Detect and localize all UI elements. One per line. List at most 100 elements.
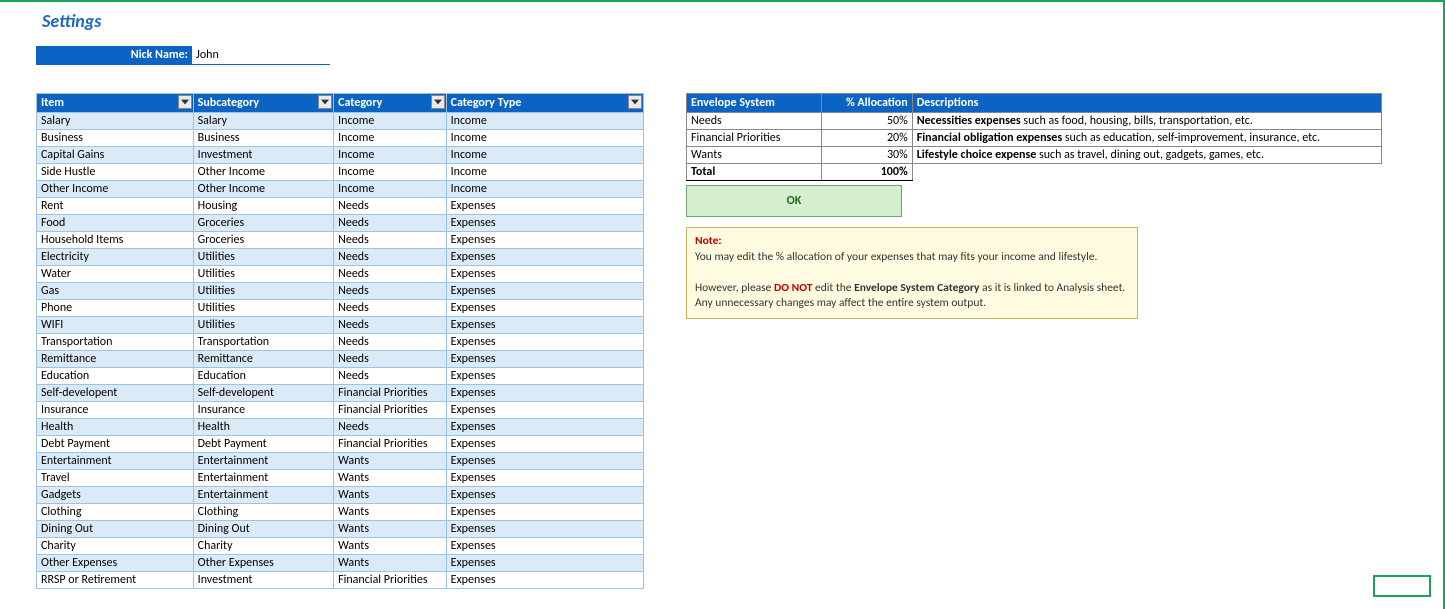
envelope-desc-cell[interactable]: Financial obligation expenses such as ed…	[912, 130, 1381, 147]
envelope-pct-cell[interactable]: 50%	[821, 113, 912, 130]
table-cell[interactable]: Water	[37, 266, 194, 283]
table-cell[interactable]: Wants	[334, 555, 447, 572]
table-cell[interactable]: Groceries	[193, 232, 333, 249]
table-cell[interactable]: Entertainment	[193, 453, 333, 470]
table-cell[interactable]: Income	[334, 130, 447, 147]
table-cell[interactable]: Groceries	[193, 215, 333, 232]
table-cell[interactable]: Expenses	[446, 215, 643, 232]
table-cell[interactable]: Financial Priorities	[334, 385, 447, 402]
table-cell[interactable]: Wants	[334, 521, 447, 538]
table-cell[interactable]: Salary	[193, 113, 333, 130]
table-cell[interactable]: Insurance	[37, 402, 194, 419]
table-cell[interactable]: Remittance	[193, 351, 333, 368]
table-cell[interactable]: Needs	[334, 368, 447, 385]
table-cell[interactable]: Income	[446, 164, 643, 181]
table-cell[interactable]: Education	[37, 368, 194, 385]
table-cell[interactable]: Needs	[334, 317, 447, 334]
table-cell[interactable]: RRSP or Retirement	[37, 572, 194, 589]
table-cell[interactable]: Expenses	[446, 521, 643, 538]
table-cell[interactable]: Charity	[37, 538, 194, 555]
table-cell[interactable]: Expenses	[446, 300, 643, 317]
table-cell[interactable]: Wants	[334, 538, 447, 555]
filter-dropdown-icon[interactable]	[431, 95, 445, 109]
table-cell[interactable]: Financial Priorities	[334, 572, 447, 589]
column-header[interactable]: Item	[37, 94, 194, 113]
table-cell[interactable]: Expenses	[446, 198, 643, 215]
table-cell[interactable]: Expenses	[446, 266, 643, 283]
table-cell[interactable]: Capital Gains	[37, 147, 194, 164]
table-cell[interactable]: Income	[446, 147, 643, 164]
table-cell[interactable]: Debt Payment	[37, 436, 194, 453]
table-cell[interactable]: Expenses	[446, 419, 643, 436]
envelope-desc-cell[interactable]: Lifestyle choice expense such as travel,…	[912, 147, 1381, 164]
column-header[interactable]: Category	[334, 94, 447, 113]
table-cell[interactable]: Expenses	[446, 470, 643, 487]
table-cell[interactable]: Needs	[334, 198, 447, 215]
table-cell[interactable]: Expenses	[446, 453, 643, 470]
envelope-desc-cell[interactable]: Necessities expenses such as food, housi…	[912, 113, 1381, 130]
table-cell[interactable]: Expenses	[446, 504, 643, 521]
filter-dropdown-icon[interactable]	[628, 95, 642, 109]
table-cell[interactable]: Investment	[193, 147, 333, 164]
table-cell[interactable]: Needs	[334, 334, 447, 351]
table-cell[interactable]: Rent	[37, 198, 194, 215]
table-cell[interactable]: Wants	[334, 504, 447, 521]
table-cell[interactable]: Self-developent	[193, 385, 333, 402]
envelope-header-system[interactable]: Envelope System	[687, 94, 822, 113]
table-cell[interactable]: Income	[334, 181, 447, 198]
column-header[interactable]: Category Type	[446, 94, 643, 113]
table-cell[interactable]: Income	[446, 181, 643, 198]
table-cell[interactable]: Other Expenses	[37, 555, 194, 572]
table-cell[interactable]: Expenses	[446, 232, 643, 249]
envelope-pct-cell[interactable]: 30%	[821, 147, 912, 164]
table-cell[interactable]: Needs	[334, 283, 447, 300]
table-cell[interactable]: Financial Priorities	[334, 436, 447, 453]
nick-name-input[interactable]: John	[192, 46, 330, 65]
table-cell[interactable]: Income	[446, 113, 643, 130]
table-cell[interactable]: Expenses	[446, 436, 643, 453]
table-cell[interactable]: Income	[334, 147, 447, 164]
table-cell[interactable]: Utilities	[193, 249, 333, 266]
table-cell[interactable]: Health	[193, 419, 333, 436]
table-cell[interactable]: Travel	[37, 470, 194, 487]
table-cell[interactable]: Gas	[37, 283, 194, 300]
table-cell[interactable]: Income	[334, 113, 447, 130]
table-cell[interactable]: Self-developent	[37, 385, 194, 402]
envelope-name-cell[interactable]: Needs	[687, 113, 822, 130]
filter-dropdown-icon[interactable]	[318, 95, 332, 109]
table-cell[interactable]: Salary	[37, 113, 194, 130]
table-cell[interactable]: Wants	[334, 470, 447, 487]
table-cell[interactable]: Debt Payment	[193, 436, 333, 453]
table-cell[interactable]: Charity	[193, 538, 333, 555]
table-cell[interactable]: Expenses	[446, 351, 643, 368]
table-cell[interactable]: Expenses	[446, 283, 643, 300]
table-cell[interactable]: Needs	[334, 266, 447, 283]
envelope-pct-cell[interactable]: 20%	[821, 130, 912, 147]
table-cell[interactable]: Health	[37, 419, 194, 436]
table-cell[interactable]: Needs	[334, 232, 447, 249]
table-cell[interactable]: Expenses	[446, 249, 643, 266]
table-cell[interactable]: Transportation	[193, 334, 333, 351]
active-cell-indicator[interactable]	[1373, 575, 1431, 597]
table-cell[interactable]: Side Hustle	[37, 164, 194, 181]
table-cell[interactable]: Utilities	[193, 283, 333, 300]
table-cell[interactable]: Housing	[193, 198, 333, 215]
table-cell[interactable]: Needs	[334, 300, 447, 317]
table-cell[interactable]: Needs	[334, 249, 447, 266]
envelope-name-cell[interactable]: Financial Priorities	[687, 130, 822, 147]
table-cell[interactable]: Expenses	[446, 487, 643, 504]
table-cell[interactable]: Needs	[334, 419, 447, 436]
table-cell[interactable]: Wants	[334, 453, 447, 470]
table-cell[interactable]: Wants	[334, 487, 447, 504]
table-cell[interactable]: Entertainment	[37, 453, 194, 470]
table-cell[interactable]: Clothing	[37, 504, 194, 521]
table-cell[interactable]: WIFI	[37, 317, 194, 334]
table-cell[interactable]: Expenses	[446, 538, 643, 555]
table-cell[interactable]: Dining Out	[37, 521, 194, 538]
table-cell[interactable]: Business	[193, 130, 333, 147]
table-cell[interactable]: Business	[37, 130, 194, 147]
table-cell[interactable]: Expenses	[446, 572, 643, 589]
table-cell[interactable]: Gadgets	[37, 487, 194, 504]
table-cell[interactable]: Other Income	[193, 181, 333, 198]
table-cell[interactable]: Utilities	[193, 317, 333, 334]
